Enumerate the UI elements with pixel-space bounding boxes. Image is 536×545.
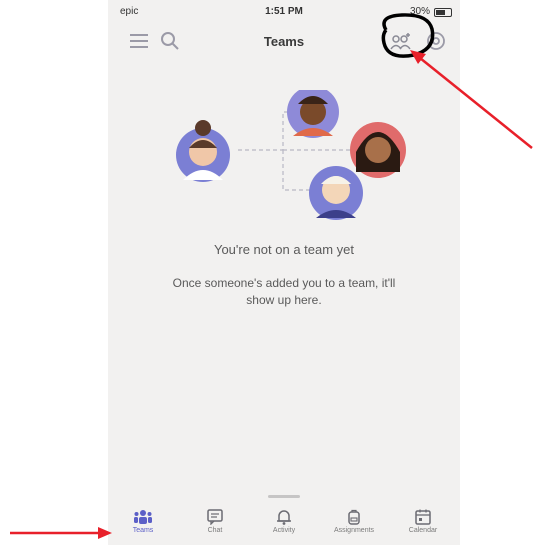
annotation-circle: [381, 13, 435, 58]
annotation-arrow-header: [419, 57, 533, 149]
annotation-overlay: [10, 13, 533, 539]
